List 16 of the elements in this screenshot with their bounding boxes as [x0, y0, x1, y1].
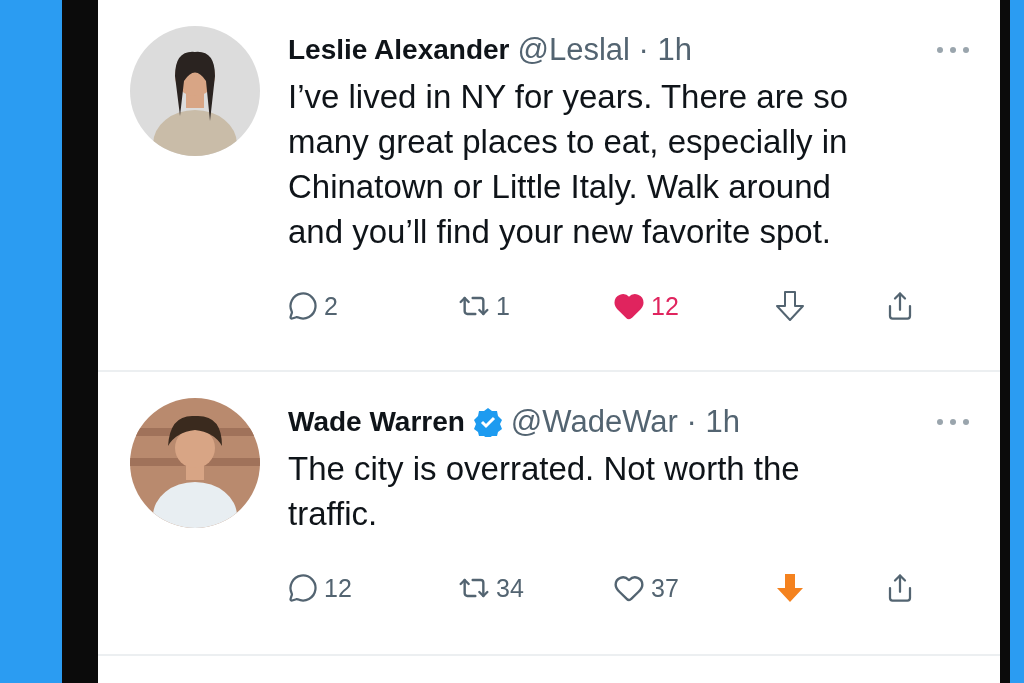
retweet-count: 34 [496, 573, 524, 603]
like-count: 37 [651, 573, 679, 603]
downvote-icon[interactable] [775, 572, 805, 604]
handle-and-time: @Leslal · 1h [517, 32, 693, 68]
retweet-count: 1 [496, 291, 510, 321]
downvote-icon[interactable] [775, 290, 805, 322]
tweet-text: The city is overrated. Not worth the traffic. [288, 449, 801, 534]
handle-and-time: @WadeWar · 1h [510, 404, 740, 440]
author-name[interactable]: Leslie Alexander [288, 34, 510, 66]
reply-icon[interactable] [288, 291, 318, 321]
reply-icon[interactable] [288, 573, 318, 603]
author-name[interactable]: Wade Warren [288, 406, 465, 438]
reply-count: 12 [324, 573, 352, 603]
like-count: 12 [651, 291, 679, 321]
reply-count: 2 [324, 291, 338, 321]
tweet-text: I’ve lived in NY for years. There are so many great places to eat, especially in Chinatown or Little Italy. Walk around and you’ll find your new favorite spot. [288, 77, 850, 252]
